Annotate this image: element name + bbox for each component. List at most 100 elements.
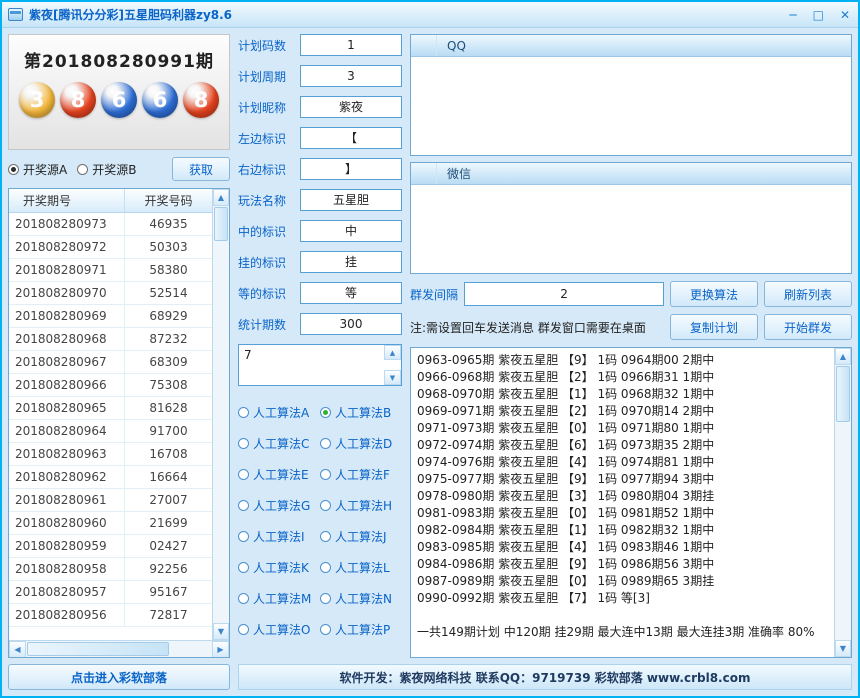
col-header-number[interactable]: 开奖号码	[125, 189, 212, 213]
field-input[interactable]: 3	[300, 65, 402, 87]
field-input[interactable]: 挂	[300, 251, 402, 273]
table-row[interactable]: 201808280964 91700	[9, 420, 212, 443]
scrollbar-track[interactable]	[835, 423, 851, 640]
spinner-up-icon[interactable]: ▲	[384, 345, 401, 360]
table-row[interactable]: 201808280969 68929	[9, 305, 212, 328]
cell-period: 201808280972	[9, 236, 125, 258]
algorithm-radio[interactable]: 人工算法G	[238, 497, 320, 514]
table-row[interactable]: 201808280970 52514	[9, 282, 212, 305]
algorithm-radio[interactable]: 人工算法P	[320, 621, 402, 638]
source-a-radio[interactable]: 开奖源A	[8, 161, 67, 178]
algorithm-radio[interactable]: 人工算法F	[320, 466, 402, 483]
field-input[interactable]: 中	[300, 220, 402, 242]
lottery-ball: 6	[142, 82, 178, 118]
field-input[interactable]: 】	[300, 158, 402, 180]
table-row[interactable]: 201808280967 68309	[9, 351, 212, 374]
source-b-radio[interactable]: 开奖源B	[77, 161, 136, 178]
field-input[interactable]: 等	[300, 282, 402, 304]
maximize-icon[interactable]: □	[813, 7, 824, 23]
digit-spinner[interactable]: 7 ▲ ▼	[238, 344, 402, 386]
scroll-up-icon[interactable]: ▲	[835, 348, 851, 365]
algorithm-radio[interactable]: 人工算法D	[320, 435, 402, 452]
col-header-period[interactable]: 开奖期号	[9, 189, 125, 212]
title-bar[interactable]: 紫夜[腾讯分分彩]五星胆码利器zy8.6 ─ □ ✕	[2, 2, 858, 28]
radio-checked-icon	[8, 164, 19, 175]
fetch-button[interactable]: 获取	[172, 157, 230, 181]
table-row[interactable]: 201808280966 75308	[9, 374, 212, 397]
refresh-list-button[interactable]: 刷新列表	[764, 281, 852, 307]
algorithm-radio[interactable]: 人工算法I	[238, 528, 320, 545]
cell-period: 201808280966	[9, 374, 125, 396]
scrollbar-track[interactable]	[213, 242, 229, 623]
algorithm-label: 人工算法B	[335, 404, 391, 421]
scroll-up-icon[interactable]: ▲	[213, 189, 229, 206]
draw-balls: 38668	[9, 82, 229, 118]
table-row[interactable]: 201808280968 87232	[9, 328, 212, 351]
scrollbar-track[interactable]	[170, 641, 212, 657]
field-input[interactable]: 紫夜	[300, 96, 402, 118]
algorithm-radio[interactable]: 人工算法B	[320, 404, 402, 421]
start-broadcast-button[interactable]: 开始群发	[764, 314, 852, 340]
spinner-down-icon[interactable]: ▼	[384, 370, 401, 385]
table-row[interactable]: 201808280972 50303	[9, 236, 212, 259]
left-panel: 第201808280991期 38668 开奖源A 开奖源B 获取	[8, 34, 230, 690]
field-input[interactable]: 1	[300, 34, 402, 56]
algorithm-radio[interactable]: 人工算法E	[238, 466, 320, 483]
cell-number: 16664	[125, 470, 212, 484]
cell-number: 72817	[125, 608, 212, 622]
algorithm-label: 人工算法I	[253, 528, 305, 545]
algorithm-radio[interactable]: 人工算法N	[320, 590, 402, 607]
plan-output[interactable]: 0963-0965期 紫夜五星胆 【9】 1码 0964期00 2期中0966-…	[411, 348, 834, 657]
scroll-down-icon[interactable]: ▼	[213, 623, 229, 640]
cell-number: 68929	[125, 309, 212, 323]
table-row[interactable]: 201808280957 95167	[9, 581, 212, 604]
table-row[interactable]: 201808280956 72817	[9, 604, 212, 627]
table-row[interactable]: 201808280959 02427	[9, 535, 212, 558]
algorithm-radio[interactable]: 人工算法L	[320, 559, 402, 576]
wechat-header-label[interactable]: 微信	[437, 163, 471, 185]
copy-plan-button[interactable]: 复制计划	[670, 314, 758, 340]
note-row: 注:需设置回车发送消息 群发窗口需要在桌面 复制计划 开始群发	[410, 314, 852, 340]
table-row[interactable]: 201808280971 58380	[9, 259, 212, 282]
table-row[interactable]: 201808280958 92256	[9, 558, 212, 581]
spinner-value[interactable]: 7	[239, 345, 384, 385]
algorithm-radio[interactable]: 人工算法A	[238, 404, 320, 421]
scrollbar-thumb[interactable]	[27, 642, 169, 656]
field-input[interactable]: 【	[300, 127, 402, 149]
field-input[interactable]: 五星胆	[300, 189, 402, 211]
change-algorithm-button[interactable]: 更换算法	[670, 281, 758, 307]
plan-vertical-scrollbar[interactable]: ▲ ▼	[834, 348, 851, 657]
qq-list-body[interactable]	[411, 57, 851, 155]
enter-community-button[interactable]: 点击进入彩软部落	[8, 664, 230, 690]
table-row[interactable]: 201808280965 81628	[9, 397, 212, 420]
algorithm-radio[interactable]: 人工算法J	[320, 528, 402, 545]
field-label: 中的标识	[238, 223, 300, 240]
algorithm-radio[interactable]: 人工算法C	[238, 435, 320, 452]
scroll-down-icon[interactable]: ▼	[835, 640, 851, 657]
field-input[interactable]: 300	[300, 313, 402, 335]
table-row[interactable]: 201808280961 27007	[9, 489, 212, 512]
scrollbar-thumb[interactable]	[214, 207, 228, 241]
qq-header-label[interactable]: QQ	[437, 35, 466, 57]
qq-list[interactable]: QQ	[410, 34, 852, 156]
wechat-list[interactable]: 微信	[410, 162, 852, 274]
algorithm-radio[interactable]: 人工算法H	[320, 497, 402, 514]
scrollbar-thumb[interactable]	[836, 366, 850, 422]
algorithm-radio[interactable]: 人工算法M	[238, 590, 320, 607]
table-row[interactable]: 201808280962 16664	[9, 466, 212, 489]
close-icon[interactable]: ✕	[840, 7, 850, 23]
scroll-right-icon[interactable]: ▶	[212, 641, 229, 658]
minimize-icon[interactable]: ─	[789, 7, 796, 23]
table-vertical-scrollbar[interactable]: ▲ ▼	[212, 189, 229, 640]
interval-input[interactable]: 2	[464, 282, 664, 306]
table-row[interactable]: 201808280963 16708	[9, 443, 212, 466]
algorithm-radio[interactable]: 人工算法K	[238, 559, 320, 576]
algorithm-radio[interactable]: 人工算法O	[238, 621, 320, 638]
table-row[interactable]: 201808280960 21699	[9, 512, 212, 535]
wechat-list-body[interactable]	[411, 185, 851, 273]
scroll-left-icon[interactable]: ◀	[9, 641, 26, 658]
cell-number: 91700	[125, 424, 212, 438]
table-row[interactable]: 201808280973 46935	[9, 213, 212, 236]
table-horizontal-scrollbar[interactable]: ◀ ▶	[9, 640, 229, 657]
algorithm-label: 人工算法N	[335, 590, 392, 607]
